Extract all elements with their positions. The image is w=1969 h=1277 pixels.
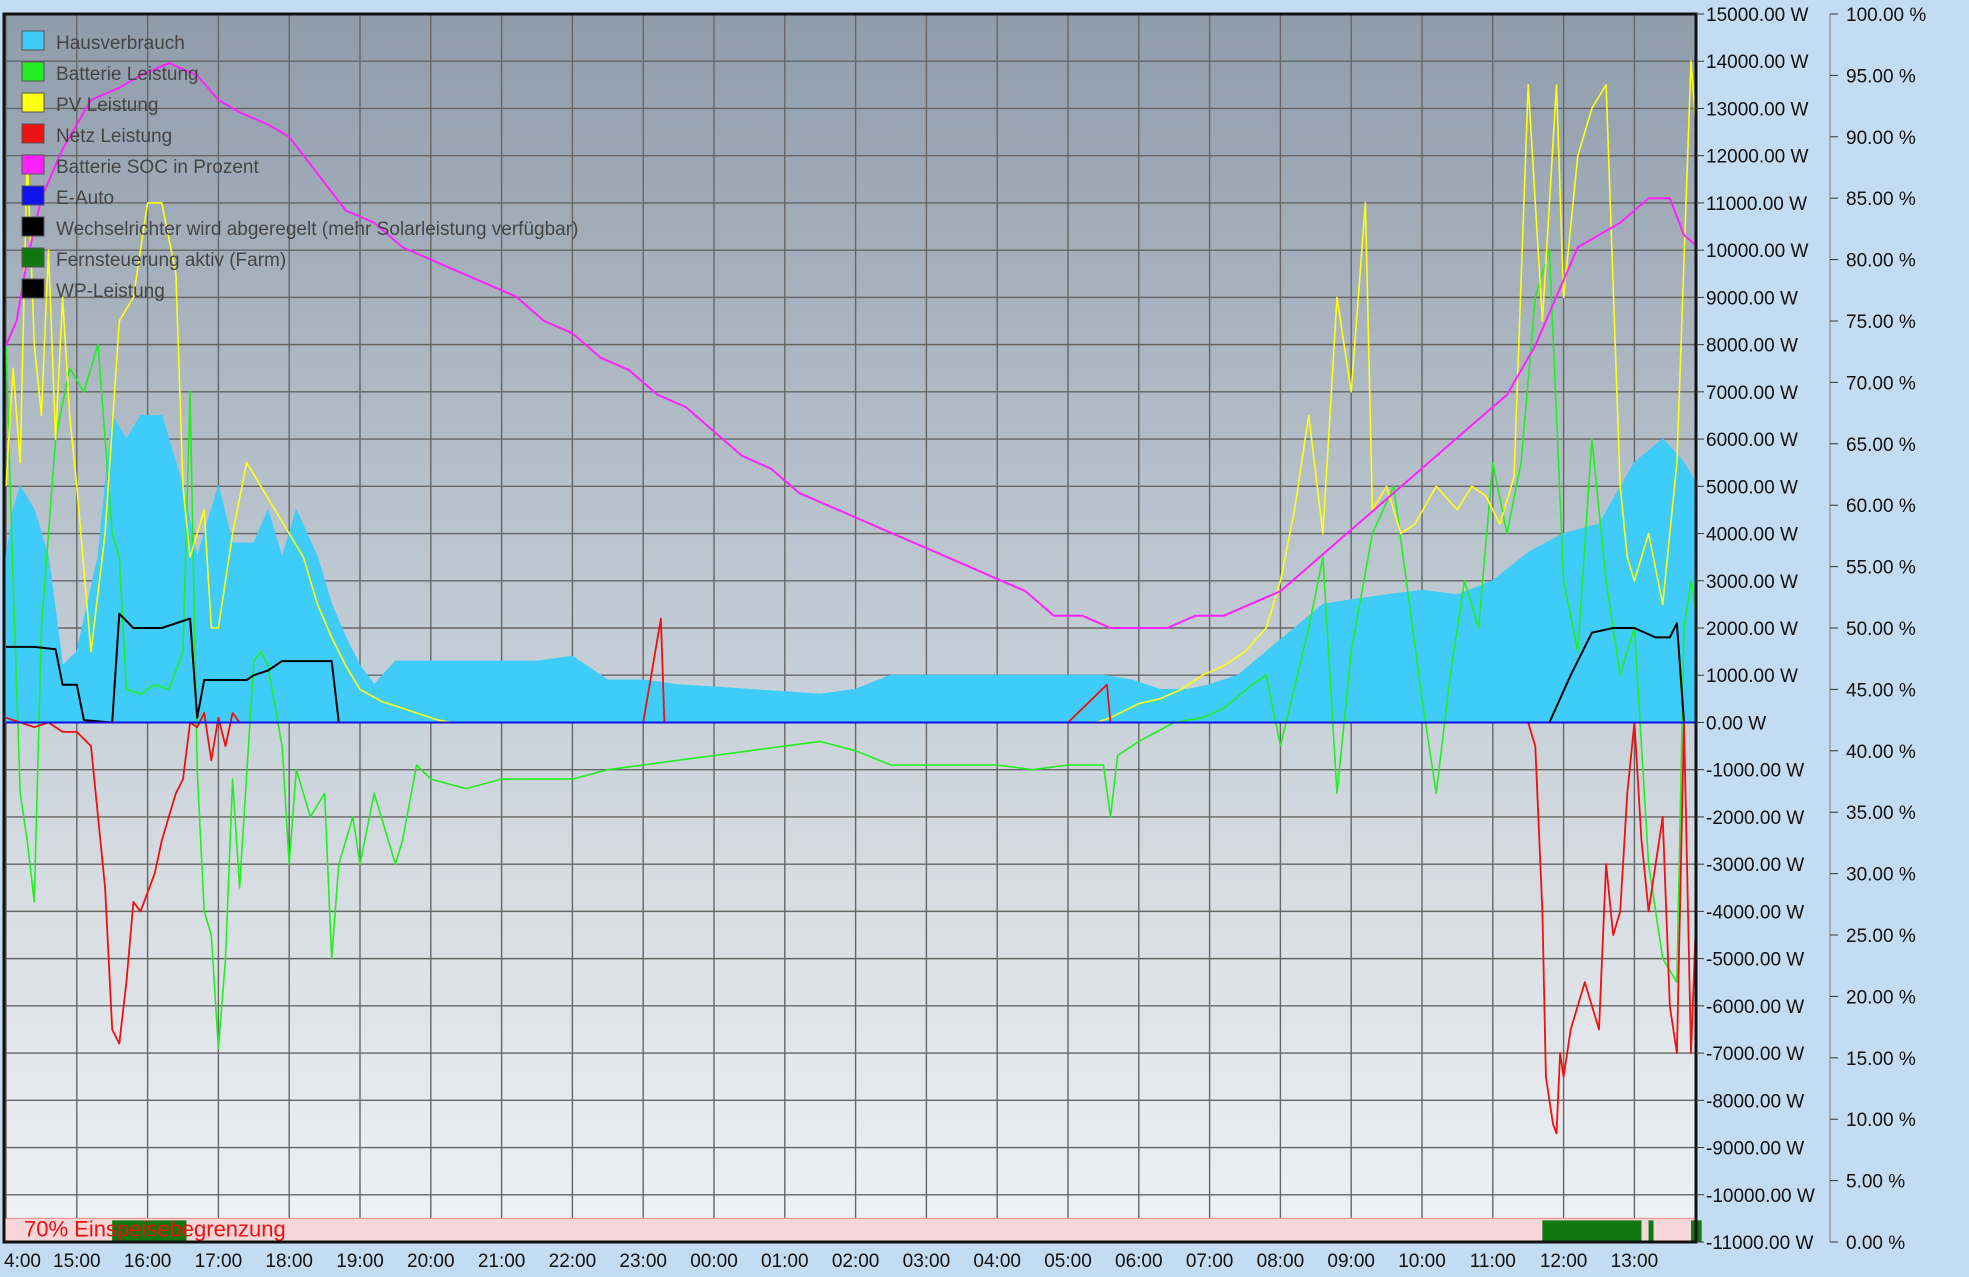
x-tick-label: 13:00	[1611, 1251, 1659, 1272]
x-tick-label: 03:00	[903, 1251, 951, 1272]
x-tick-label: 10:00	[1398, 1251, 1446, 1272]
y-left-tick-label: -1000.00 W	[1706, 761, 1804, 782]
y-left-tick-label: 12000.00 W	[1706, 147, 1809, 168]
y-right-tick-label: 100.00 %	[1846, 5, 1926, 26]
legend-swatch	[21, 92, 45, 113]
legend-swatch	[21, 216, 45, 237]
legend-label: WP-Leistung	[56, 281, 165, 302]
legend-swatch	[21, 278, 45, 299]
y-right-tick-label: 55.00 %	[1846, 558, 1916, 579]
y-left-tick-label: 11000.00 W	[1706, 194, 1807, 215]
x-tick-label: 05:00	[1044, 1251, 1092, 1272]
legend-label: Hausverbrauch	[56, 33, 185, 54]
x-tick-label: 20:00	[407, 1251, 455, 1272]
x-tick-label: 15:00	[53, 1251, 101, 1272]
y-left-tick-label: -8000.00 W	[1706, 1091, 1804, 1112]
y-right-tick-label: 75.00 %	[1846, 312, 1916, 333]
x-tick-label: 09:00	[1327, 1251, 1375, 1272]
x-tick-label: 06:00	[1115, 1251, 1163, 1272]
x-tick-label: 02:00	[832, 1251, 880, 1272]
legend-swatch	[21, 123, 45, 144]
y-left-tick-label: 8000.00 W	[1706, 336, 1798, 357]
y-right-tick-label: 90.00 %	[1846, 128, 1916, 149]
y-left-tick-label: -3000.00 W	[1706, 855, 1804, 876]
fernsteuerung-bar	[1648, 1220, 1654, 1242]
y-left-tick-label: 5000.00 W	[1706, 477, 1798, 498]
x-tick-label: 23:00	[619, 1251, 667, 1272]
overlay-group: 70% Einspeisebegrenzung	[4, 1216, 1702, 1242]
y-right-tick-label: 25.00 %	[1846, 926, 1916, 947]
y-left-tick-label: -6000.00 W	[1706, 997, 1804, 1018]
y-left-tick-label: -11000.00 W	[1706, 1233, 1813, 1254]
legend-swatch	[21, 154, 45, 175]
y-left-tick-label: 0.00 W	[1706, 713, 1766, 734]
legend-label: Batterie Leistung	[56, 64, 199, 85]
legend-swatch	[21, 247, 45, 268]
y-right-tick-label: 0.00 %	[1846, 1233, 1905, 1254]
legend-swatch	[21, 30, 45, 51]
y-left-tick-label: -2000.00 W	[1706, 808, 1804, 829]
x-tick-label: 04:00	[973, 1251, 1021, 1272]
y-right-tick-label: 10.00 %	[1846, 1110, 1916, 1131]
feed-in-limit-label: 70% Einspeisebegrenzung	[24, 1216, 286, 1241]
y-right-tick-label: 45.00 %	[1846, 680, 1916, 701]
x-tick-label: 16:00	[124, 1251, 172, 1272]
legend-label: Fernsteuerung aktiv (Farm)	[56, 250, 286, 271]
y-left-tick-label: 1000.00 W	[1706, 666, 1798, 687]
legend-label: Wechselrichter wird abgeregelt (mehr Sol…	[56, 219, 578, 240]
energy-chart: 70% Einspeisebegrenzung Hausverbrauch Bat…	[2, 5, 1926, 1272]
y-left-tick-label: 3000.00 W	[1706, 572, 1798, 593]
y-right-tick-label: 20.00 %	[1846, 987, 1916, 1008]
y-right-tick-label: 15.00 %	[1846, 1049, 1916, 1070]
legend-label: Netz Leistung	[56, 126, 172, 147]
y-left-tick-label: 6000.00 W	[1706, 430, 1798, 451]
x-tick-label: 08:00	[1257, 1251, 1305, 1272]
y-left-tick-label: 9000.00 W	[1706, 288, 1798, 309]
y-left-tick-label: 7000.00 W	[1706, 383, 1798, 404]
y-right-tick-label: 40.00 %	[1846, 742, 1916, 763]
y-left-tick-label: -9000.00 W	[1706, 1139, 1804, 1160]
y-right-tick-label: 35.00 %	[1846, 803, 1916, 824]
x-tick-label: 00:00	[690, 1251, 738, 1272]
x-tick-label: 22:00	[549, 1251, 597, 1272]
x-tick-label: 17:00	[195, 1251, 243, 1272]
x-tick-label: 07:00	[1186, 1251, 1234, 1272]
y-right-tick-label: 65.00 %	[1846, 435, 1916, 456]
y-right-tick-label: 95.00 %	[1846, 66, 1916, 87]
legend-label: Batterie SOC in Prozent	[56, 157, 259, 178]
legend-swatch	[21, 185, 45, 206]
x-tick-label: 4:00	[4, 1251, 41, 1272]
y-right-tick-label: 70.00 %	[1846, 373, 1916, 394]
fernsteuerung-bar	[1542, 1220, 1642, 1242]
x-tick-label: 19:00	[336, 1251, 384, 1272]
x-tick-label: 01:00	[761, 1251, 809, 1272]
y-right-tick-label: 85.00 %	[1846, 189, 1916, 210]
y-left-tick-label: 10000.00 W	[1706, 241, 1809, 262]
y-left-tick-label: 2000.00 W	[1706, 619, 1798, 640]
y-right-tick-label: 80.00 %	[1846, 251, 1916, 272]
y-right-tick-label: 30.00 %	[1846, 865, 1916, 886]
y-right-tick-label: 50.00 %	[1846, 619, 1916, 640]
legend-swatch	[21, 61, 45, 82]
y-left-tick-label: -7000.00 W	[1706, 1044, 1804, 1065]
x-tick-label: 11:00	[1470, 1251, 1516, 1272]
legend-label: PV Leistung	[56, 95, 158, 116]
y-left-tick-label: 4000.00 W	[1706, 525, 1798, 546]
legend-label: E-Auto	[56, 188, 114, 209]
x-tick-label: 12:00	[1540, 1251, 1588, 1272]
y-left-tick-label: -5000.00 W	[1706, 950, 1804, 971]
y-left-tick-label: 15000.00 W	[1706, 5, 1809, 26]
y-right-tick-label: 5.00 %	[1846, 1172, 1905, 1193]
y-right-tick-label: 60.00 %	[1846, 496, 1916, 517]
y-left-tick-label: -4000.00 W	[1706, 902, 1804, 923]
x-tick-label: 21:00	[478, 1251, 526, 1272]
x-tick-label: 18:00	[265, 1251, 313, 1272]
y-left-tick-label: 14000.00 W	[1706, 52, 1809, 73]
y-left-tick-label: -10000.00 W	[1706, 1186, 1815, 1207]
y-left-tick-label: 13000.00 W	[1706, 99, 1809, 120]
